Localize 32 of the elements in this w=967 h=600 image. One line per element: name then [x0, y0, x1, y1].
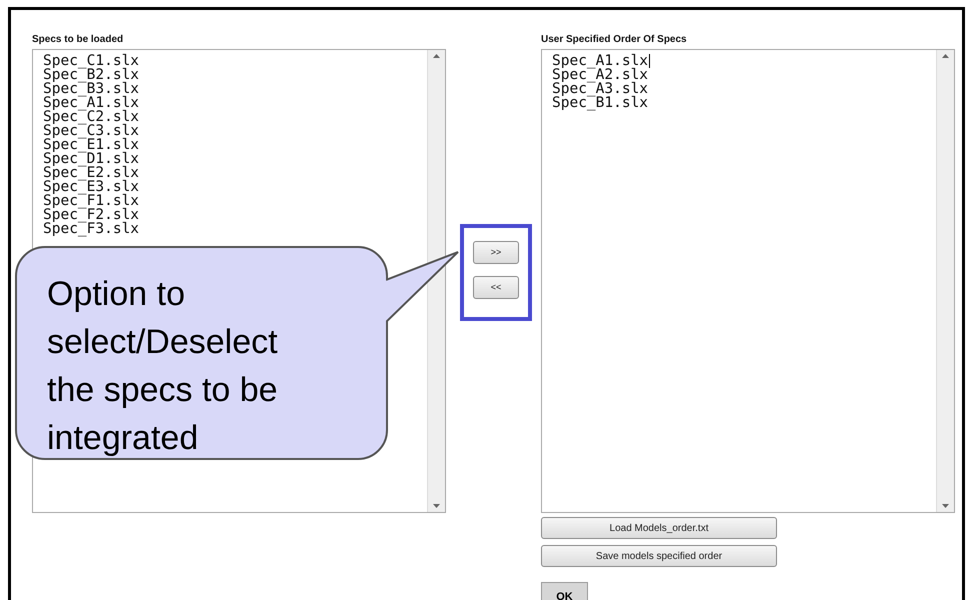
- list-label: Specs to be loaded: [32, 34, 124, 47]
- scroll-up-icon[interactable]: [942, 54, 949, 58]
- list-item[interactable]: Spec_C2.slx: [43, 109, 140, 125]
- list-item[interactable]: Spec_A1.slx: [552, 53, 648, 69]
- list-item[interactable]: Spec_B3.slx: [43, 81, 140, 97]
- scroll-down-icon[interactable]: [433, 504, 440, 508]
- list-item[interactable]: Spec_E1.slx: [43, 137, 140, 153]
- list-item[interactable]: Spec_D1.slx: [43, 151, 140, 167]
- list-item[interactable]: Spec_A1.slx: [43, 95, 140, 111]
- add-button[interactable]: >>: [473, 241, 519, 264]
- list-item[interactable]: Spec_E3.slx: [43, 179, 140, 195]
- list-item[interactable]: Spec_F3.slx: [43, 221, 140, 237]
- scroll-up-icon[interactable]: [433, 54, 440, 58]
- list-item[interactable]: Spec_F2.slx: [43, 207, 140, 223]
- list-item[interactable]: Spec_C1.slx: [43, 53, 140, 69]
- callout-text: Option to select/Deselect the specs to be integrated: [47, 274, 279, 459]
- scrollbar[interactable]: [936, 50, 954, 512]
- list-box[interactable]: Spec_A1.slx Spec_A2.slx Spec_A3.slx Spec_B1.slx: [541, 49, 955, 513]
- list-item[interactable]: Spec_F1.slx: [43, 193, 140, 209]
- list-item[interactable]: Spec_B1.slx: [552, 95, 648, 112]
- list-item[interactable]: Spec_C3.slx: [43, 123, 140, 139]
- scroll-down-icon[interactable]: [942, 504, 949, 508]
- remove-button[interactable]: <<: [473, 276, 519, 299]
- ok-button[interactable]: OK: [541, 582, 588, 600]
- list-item[interactable]: Spec_E2.slx: [43, 165, 140, 181]
- load-button[interactable]: Load Models_order.txt: [541, 517, 777, 539]
- save-button[interactable]: Save models specified order: [541, 545, 777, 567]
- list-item[interactable]: Spec_B2.slx: [43, 67, 140, 83]
- list-item[interactable]: Spec_A3.slx: [552, 81, 648, 98]
- list-label: User Specified Order Of Specs: [541, 34, 688, 47]
- scrollbar[interactable]: [427, 50, 445, 512]
- list-item[interactable]: Spec_A2.slx: [552, 67, 648, 84]
